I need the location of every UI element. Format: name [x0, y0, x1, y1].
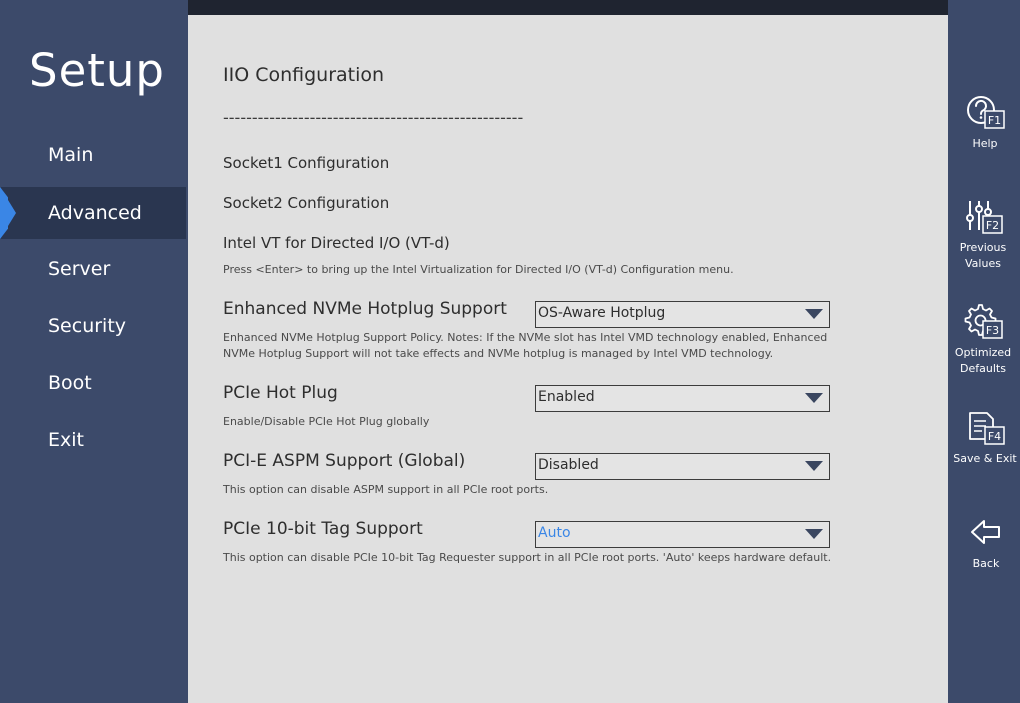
vt-d-help-text: Press <Enter> to bring up the Intel Virt…	[223, 263, 734, 276]
pcie-hot-plug-label: PCIe Hot Plug	[223, 383, 338, 403]
aspm-support-label: PCI-E ASPM Support (Global)	[223, 451, 466, 471]
nav-item-main[interactable]: Main	[0, 129, 186, 181]
aspm-support-value: Disabled	[538, 457, 599, 473]
previous-values-label: Previous Values	[959, 241, 1007, 270]
page-title: IIO Configuration	[223, 64, 385, 86]
optimized-defaults-button[interactable]: F3 Optimized Defaults	[947, 303, 1019, 377]
socket1-configuration-link[interactable]: Socket1 Configuration	[223, 154, 389, 172]
nav-item-exit[interactable]: Exit	[0, 414, 186, 466]
main-panel: IIO Configuration ----------------------…	[188, 0, 948, 703]
nvme-hotplug-label: Enhanced NVMe Hotplug Support	[223, 299, 507, 319]
nav-item-security[interactable]: Security	[0, 300, 186, 352]
gear-icon: F3	[964, 304, 1003, 339]
save-document-icon: F4	[969, 412, 1005, 445]
help-icon: F1	[967, 96, 1005, 129]
chevron-down-icon	[805, 529, 823, 539]
left-sidebar: Setup Main Advanced Server Security Boot…	[0, 0, 188, 703]
tag-support-label: PCIe 10-bit Tag Support	[223, 519, 423, 539]
right-toolbar: F1 Help F2 Previous Values F3 Optimized …	[948, 0, 1020, 703]
nvme-hotplug-value: OS-Aware Hotplug	[538, 305, 666, 321]
nvme-hotplug-help-text: Enhanced NVMe Hotplug Support Policy. No…	[223, 331, 828, 360]
pcie-hot-plug-value: Enabled	[538, 389, 595, 405]
back-arrow-icon	[971, 520, 1000, 544]
tag-support-select[interactable]: Auto	[535, 521, 830, 548]
chevron-down-icon	[805, 393, 823, 403]
setup-title: Setup	[29, 44, 165, 97]
nvme-hotplug-select[interactable]: OS-Aware Hotplug	[535, 301, 830, 328]
vt-d-link[interactable]: Intel VT for Directed I/O (VT-d)	[223, 234, 450, 252]
pcie-hot-plug-select[interactable]: Enabled	[535, 385, 830, 412]
sliders-icon: F2	[966, 201, 1003, 234]
aspm-support-select[interactable]: Disabled	[535, 453, 830, 480]
tag-support-help-text: This option can disable PCIe 10-bit Tag …	[223, 551, 832, 564]
svg-text:F3: F3	[986, 324, 999, 337]
svg-text:F4: F4	[988, 430, 1001, 443]
chevron-down-icon	[805, 461, 823, 471]
previous-values-button[interactable]: F2 Previous Values	[947, 198, 1019, 272]
svg-text:F2: F2	[986, 219, 999, 232]
pcie-hot-plug-help-text: Enable/Disable PCIe Hot Plug globally	[223, 415, 430, 428]
save-exit-button[interactable]: F4 Save & Exit	[949, 409, 1020, 467]
nav-item-server[interactable]: Server	[0, 243, 186, 295]
tag-support-value: Auto	[538, 525, 571, 541]
nav-item-advanced[interactable]: Advanced	[0, 187, 186, 239]
svg-text:F1: F1	[988, 114, 1001, 127]
nav-item-advanced-label: Advanced	[48, 202, 142, 224]
help-label: Help	[972, 137, 998, 150]
top-bar	[188, 0, 948, 15]
help-button[interactable]: F1 Help	[949, 94, 1020, 152]
back-label: Back	[972, 557, 1000, 570]
divider-line: ----------------------------------------…	[223, 108, 524, 127]
nav-item-boot[interactable]: Boot	[0, 357, 186, 409]
socket2-configuration-link[interactable]: Socket2 Configuration	[223, 194, 389, 212]
back-button[interactable]: Back	[950, 514, 1020, 572]
aspm-support-help-text: This option can disable ASPM support in …	[223, 483, 549, 496]
chevron-down-icon	[805, 309, 823, 319]
save-exit-label: Save & Exit	[953, 452, 1017, 465]
optimized-defaults-label: Optimized Defaults	[954, 346, 1012, 375]
